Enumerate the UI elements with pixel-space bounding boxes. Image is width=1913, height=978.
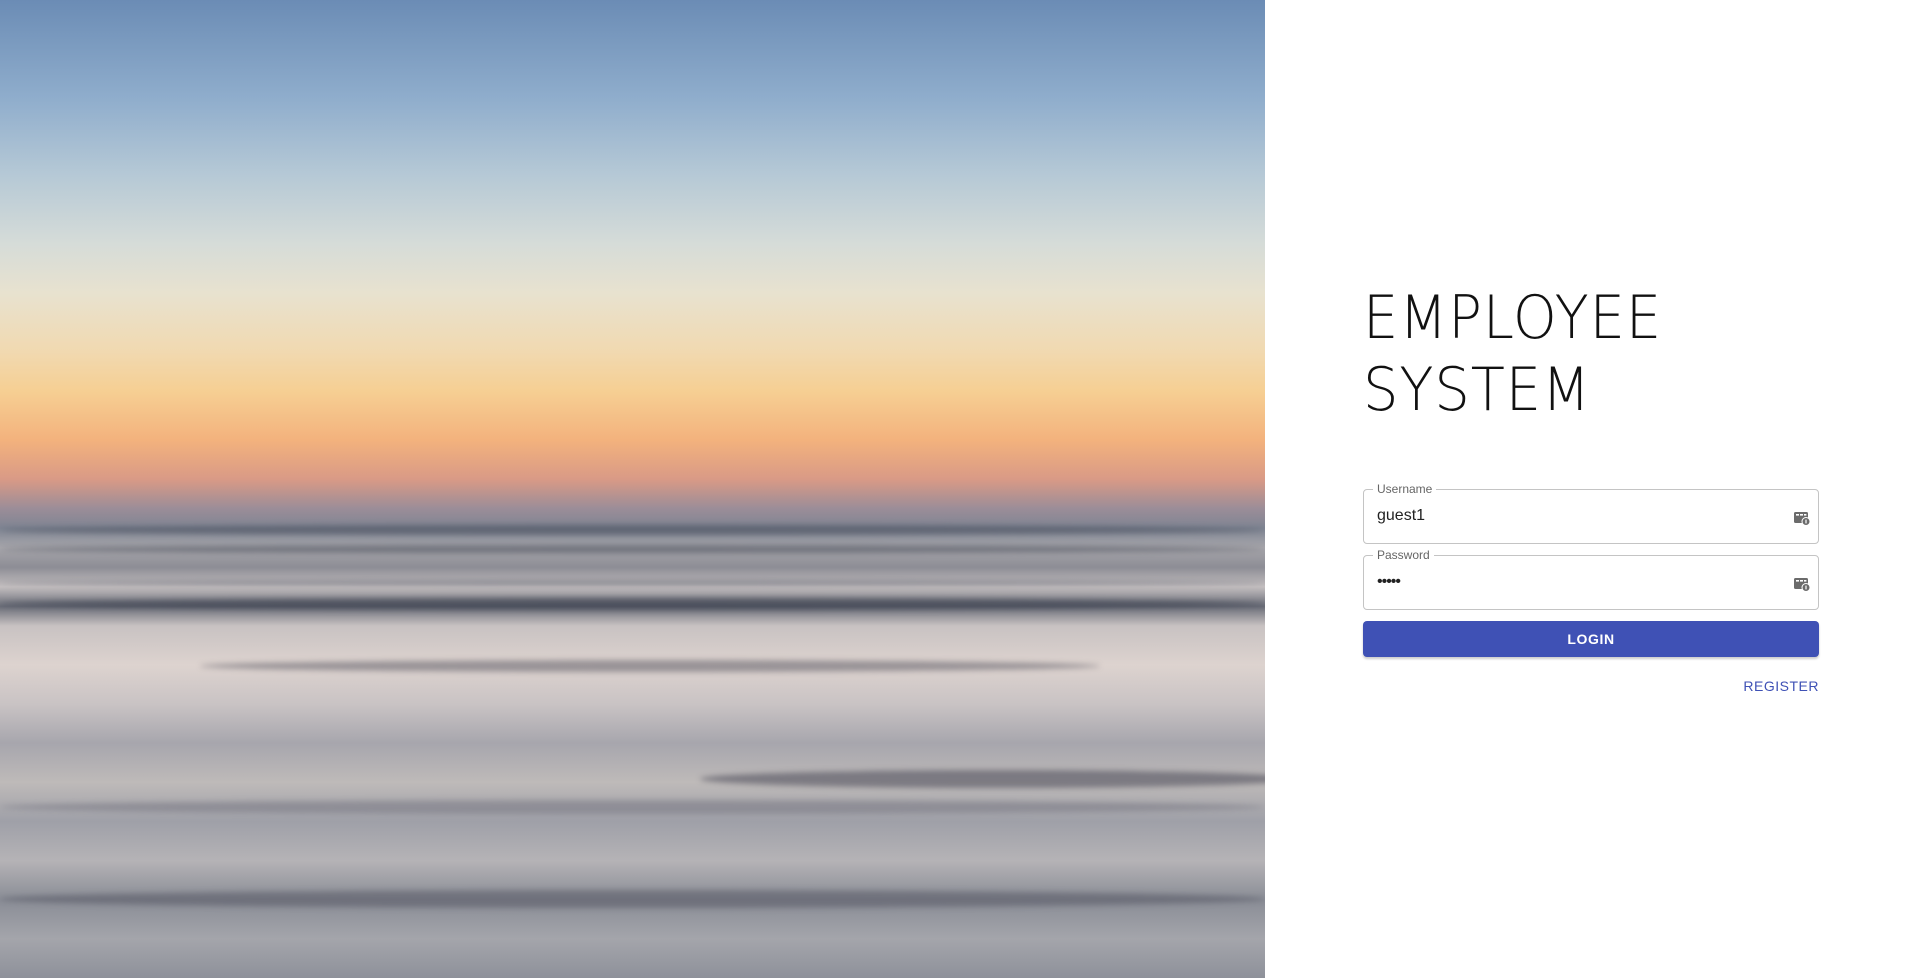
password-label: Password [1373,548,1434,562]
username-field[interactable]: Username [1363,482,1819,544]
password-manager-icon[interactable] [1793,575,1811,593]
password-manager-icon[interactable] [1793,509,1811,527]
login-panel: EMPLOYEE SYSTEM Username Password ••••• [1265,0,1913,978]
username-label: Username [1373,482,1437,496]
hero-background-image [0,0,1265,978]
app-title: EMPLOYEE SYSTEM [1363,282,1662,426]
password-field[interactable]: Password ••••• [1363,548,1819,610]
app-title-line-1: EMPLOYEE [1363,283,1663,353]
username-input[interactable] [1377,507,1777,525]
register-link[interactable]: REGISTER [1743,678,1819,694]
password-input[interactable]: ••••• [1377,573,1777,591]
login-page: EMPLOYEE SYSTEM Username Password ••••• [0,0,1913,978]
app-title-line-2: SYSTEM [1363,355,1591,425]
login-button[interactable]: LOGIN [1363,621,1819,657]
